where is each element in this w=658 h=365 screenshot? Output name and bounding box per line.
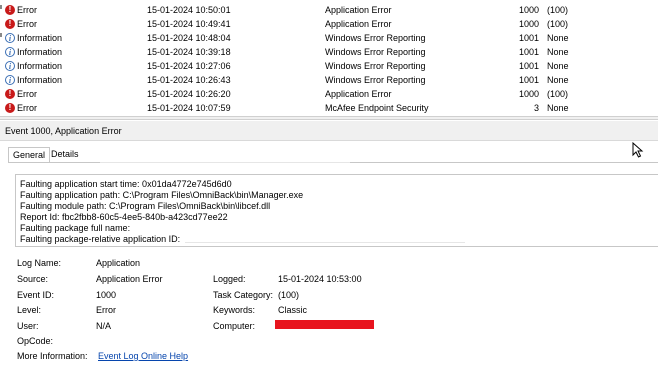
event-level: Information bbox=[17, 47, 63, 57]
event-row[interactable]: i Information 15-01-2024 10:48:04 Window… bbox=[0, 31, 658, 45]
more-information-label: More Information: bbox=[17, 351, 88, 361]
event-detail-title: Event 1000, Application Error bbox=[5, 126, 122, 136]
task-category-value: (100) bbox=[278, 290, 300, 300]
event-source: Application Error bbox=[325, 89, 392, 99]
mouse-cursor-icon bbox=[632, 142, 644, 158]
opcode-label: OpCode: bbox=[17, 336, 54, 346]
event-source: Application Error bbox=[325, 19, 392, 29]
event-id: 1000 bbox=[518, 5, 539, 15]
event-source: Windows Error Reporting bbox=[325, 47, 426, 57]
task-category-label: Task Category: bbox=[213, 290, 274, 300]
event-level: Error bbox=[17, 103, 37, 113]
error-icon: ! bbox=[5, 89, 15, 99]
tab-details[interactable]: Details bbox=[47, 147, 83, 162]
info-icon: i bbox=[5, 61, 15, 71]
user-label: User: bbox=[17, 321, 39, 331]
user-value: N/A bbox=[96, 321, 112, 331]
event-datetime: 15-01-2024 10:48:04 bbox=[147, 33, 231, 43]
event-category: None bbox=[547, 61, 569, 71]
event-datetime: 15-01-2024 10:27:06 bbox=[147, 61, 231, 71]
event-datetime: 15-01-2024 10:39:18 bbox=[147, 47, 231, 57]
error-icon: ! bbox=[5, 103, 15, 113]
event-level: Error bbox=[17, 89, 37, 99]
event-id: 1000 bbox=[518, 89, 539, 99]
event-log-online-help-link[interactable]: Event Log Online Help bbox=[98, 350, 188, 362]
event-category: None bbox=[547, 75, 569, 85]
event-row[interactable]: ! Error 15-01-2024 10:49:41 Application … bbox=[0, 17, 658, 31]
event-datetime: 15-01-2024 10:07:59 bbox=[147, 103, 231, 113]
event-datetime: 15-01-2024 10:50:01 bbox=[147, 5, 231, 15]
description-line: Faulting module path: C:\Program Files\O… bbox=[20, 201, 271, 211]
tab-general[interactable]: General bbox=[8, 147, 51, 162]
pane-splitter[interactable] bbox=[0, 116, 658, 120]
level-value: Error bbox=[96, 305, 116, 315]
event-row[interactable]: ! Error 15-01-2024 10:50:01 Application … bbox=[0, 3, 658, 17]
event-level: Information bbox=[17, 33, 63, 43]
event-source: Windows Error Reporting bbox=[325, 61, 426, 71]
event-level: Error bbox=[17, 19, 37, 29]
event-category: None bbox=[547, 47, 569, 57]
description-line: Faulting application start time: 0x01da4… bbox=[20, 179, 232, 189]
description-line: Faulting package full name: bbox=[20, 223, 131, 233]
description-line: Report Id: fbc2fbb8-60c5-4ee5-840b-a423c… bbox=[20, 212, 228, 222]
level-label: Level: bbox=[17, 305, 42, 315]
event-detail-header: Event 1000, Application Error bbox=[0, 121, 658, 141]
event-row[interactable]: ! Error 15-01-2024 10:26:20 Application … bbox=[0, 87, 658, 101]
event-level: Error bbox=[17, 5, 37, 15]
description-line: Faulting package-relative application ID… bbox=[20, 234, 181, 244]
event-level: Information bbox=[17, 75, 63, 85]
log-name-value: Application bbox=[96, 258, 141, 268]
event-id: 1001 bbox=[518, 33, 539, 43]
event-category: None bbox=[547, 33, 569, 43]
description-line: Faulting application path: C:\Program Fi… bbox=[20, 190, 304, 200]
event-list[interactable]: ! Error 15-01-2024 10:50:01 Application … bbox=[0, 0, 658, 118]
event-id: 1001 bbox=[518, 47, 539, 57]
keywords-label: Keywords: bbox=[213, 305, 256, 315]
event-row[interactable]: i Information 15-01-2024 10:26:43 Window… bbox=[0, 73, 658, 87]
event-id: 1000 bbox=[518, 19, 539, 29]
info-icon: i bbox=[5, 33, 15, 43]
event-id: 3 bbox=[533, 103, 539, 113]
event-id: 1001 bbox=[518, 61, 539, 71]
event-category: (100) bbox=[547, 5, 569, 15]
divider bbox=[185, 242, 465, 243]
info-icon: i bbox=[5, 75, 15, 85]
event-row[interactable]: ! Error 15-01-2024 10:07:59 McAfee Endpo… bbox=[0, 101, 658, 115]
source-value: Application Error bbox=[96, 274, 163, 284]
error-icon: ! bbox=[5, 5, 15, 15]
event-source: Windows Error Reporting bbox=[325, 75, 426, 85]
source-label: Source: bbox=[17, 274, 49, 284]
info-icon: i bbox=[5, 47, 15, 57]
redacted-computer-name bbox=[275, 320, 374, 329]
event-source: Windows Error Reporting bbox=[325, 33, 426, 43]
event-category: None bbox=[547, 103, 569, 113]
event-datetime: 15-01-2024 10:49:41 bbox=[147, 19, 231, 29]
divider bbox=[100, 162, 350, 163]
event-id-label: Event ID: bbox=[17, 290, 55, 300]
computer-label: Computer: bbox=[213, 321, 256, 331]
event-category: (100) bbox=[547, 89, 569, 99]
log-name-label: Log Name: bbox=[17, 258, 62, 268]
event-description-box[interactable]: Faulting application start time: 0x01da4… bbox=[15, 174, 658, 247]
event-level: Information bbox=[17, 61, 63, 71]
event-id-value: 1000 bbox=[96, 290, 117, 300]
event-datetime: 15-01-2024 10:26:20 bbox=[147, 89, 231, 99]
event-row[interactable]: i Information 15-01-2024 10:39:18 Window… bbox=[0, 45, 658, 59]
keywords-value: Classic bbox=[278, 305, 308, 315]
logged-label: Logged: bbox=[213, 274, 246, 284]
logged-value: 15-01-2024 10:53:00 bbox=[278, 274, 362, 284]
error-icon: ! bbox=[5, 19, 15, 29]
event-datetime: 15-01-2024 10:26:43 bbox=[147, 75, 231, 85]
event-row[interactable]: i Information 15-01-2024 10:27:06 Window… bbox=[0, 59, 658, 73]
event-category: (100) bbox=[547, 19, 569, 29]
event-source: Application Error bbox=[325, 5, 392, 15]
event-id: 1001 bbox=[518, 75, 539, 85]
event-source: McAfee Endpoint Security bbox=[325, 103, 429, 113]
